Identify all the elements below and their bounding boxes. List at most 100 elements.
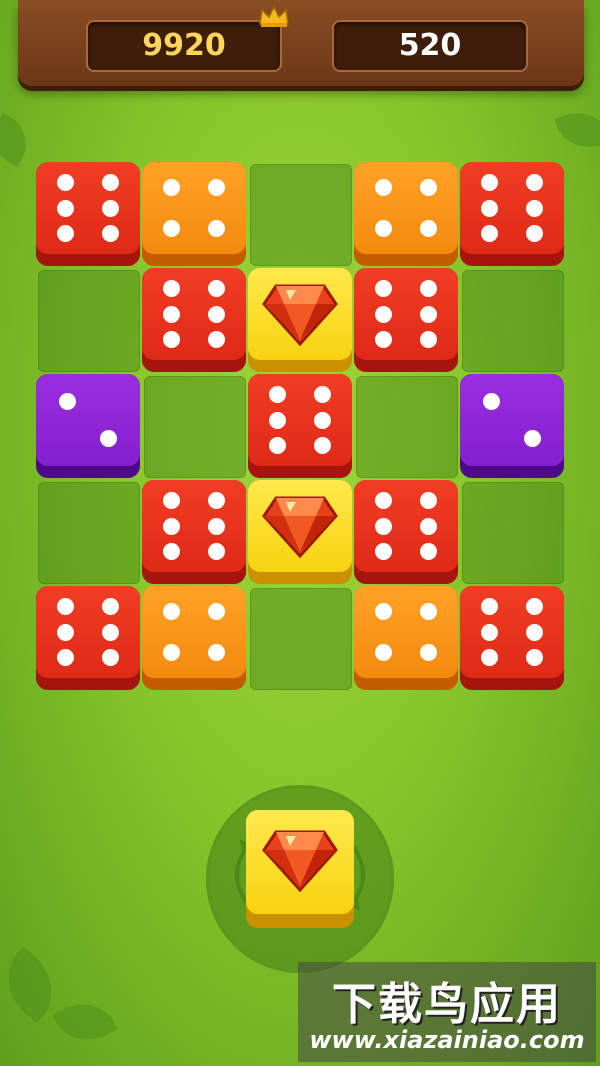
die-red-6[interactable] <box>36 162 140 266</box>
ruby-gem-icon <box>262 830 338 892</box>
die-red-6[interactable] <box>460 586 564 690</box>
die-face <box>36 374 140 466</box>
die-pip <box>374 643 392 661</box>
die-pip <box>102 623 120 641</box>
die-pip <box>162 543 180 561</box>
die-purple-2[interactable] <box>36 374 140 478</box>
die-pip <box>420 603 438 621</box>
die-pip <box>102 199 120 217</box>
die-face <box>354 162 458 254</box>
gem-block[interactable] <box>248 268 352 372</box>
die-pip <box>162 219 180 237</box>
die-pip <box>526 649 544 667</box>
die-pip <box>374 491 392 509</box>
die-red-6[interactable] <box>248 374 352 478</box>
empty-cell[interactable] <box>38 270 140 372</box>
die-pip <box>314 411 332 429</box>
die-pip <box>420 305 438 323</box>
best-score: 9920 <box>86 20 282 72</box>
die-pip <box>102 225 120 243</box>
die-purple-2[interactable] <box>460 374 564 478</box>
die-orange-4[interactable] <box>142 162 246 266</box>
die-face <box>248 268 352 360</box>
next-piece-gem-block[interactable] <box>246 810 354 928</box>
empty-cell[interactable] <box>462 482 564 584</box>
decorative-leaf <box>52 990 118 1054</box>
die-pip <box>480 649 498 667</box>
die-pip <box>56 623 74 641</box>
die-red-6[interactable] <box>142 268 246 372</box>
empty-cell[interactable] <box>356 376 458 478</box>
die-face <box>36 162 140 254</box>
die-pip <box>480 623 498 641</box>
die-face <box>142 268 246 360</box>
game-board[interactable] <box>36 162 566 702</box>
die-pip <box>162 305 180 323</box>
empty-cell[interactable] <box>250 588 352 690</box>
die-face <box>460 586 564 678</box>
die-pip <box>208 279 226 297</box>
score-header: 9920 520 <box>18 0 584 86</box>
die-red-6[interactable] <box>354 268 458 372</box>
die-pip <box>420 643 438 661</box>
die-face <box>142 480 246 572</box>
die-face <box>460 374 564 466</box>
die-orange-4[interactable] <box>142 586 246 690</box>
die-pip <box>100 429 118 447</box>
die-pip <box>374 219 392 237</box>
watermark: 下载鸟应用 www.xiazainiao.com <box>298 962 596 1062</box>
die-face <box>460 162 564 254</box>
die-pip <box>208 603 226 621</box>
empty-cell[interactable] <box>144 376 246 478</box>
die-pip <box>420 179 438 197</box>
die-pip <box>420 543 438 561</box>
die-pip <box>526 173 544 191</box>
empty-cell[interactable] <box>38 482 140 584</box>
die-red-6[interactable] <box>354 480 458 584</box>
next-piece-face <box>246 810 354 914</box>
die-face <box>142 586 246 678</box>
die-face <box>142 162 246 254</box>
die-pip <box>374 517 392 535</box>
die-pip <box>480 199 498 217</box>
die-red-6[interactable] <box>142 480 246 584</box>
empty-cell[interactable] <box>462 270 564 372</box>
die-pip <box>102 649 120 667</box>
gem-block[interactable] <box>248 480 352 584</box>
die-pip <box>314 437 332 455</box>
die-pip <box>524 429 542 447</box>
die-pip <box>374 603 392 621</box>
die-orange-4[interactable] <box>354 162 458 266</box>
die-pip <box>420 219 438 237</box>
die-pip <box>162 491 180 509</box>
die-pip <box>102 173 120 191</box>
die-red-6[interactable] <box>36 586 140 690</box>
die-pip <box>420 331 438 349</box>
die-pip <box>482 393 500 411</box>
die-pip <box>480 225 498 243</box>
die-orange-4[interactable] <box>354 586 458 690</box>
die-pip <box>480 173 498 191</box>
die-pip <box>162 643 180 661</box>
die-pip <box>162 179 180 197</box>
die-pip <box>58 393 76 411</box>
crown-icon <box>259 5 289 27</box>
die-pip <box>56 649 74 667</box>
decorative-leaf <box>0 112 38 168</box>
empty-cell[interactable] <box>250 164 352 266</box>
die-pip <box>102 597 120 615</box>
decorative-leaf <box>554 103 600 157</box>
ruby-gem-icon <box>262 496 338 558</box>
die-pip <box>208 517 226 535</box>
die-red-6[interactable] <box>460 162 564 266</box>
die-pip <box>56 173 74 191</box>
die-pip <box>526 597 544 615</box>
current-score: 520 <box>332 20 528 72</box>
die-pip <box>374 305 392 323</box>
die-pip <box>208 331 226 349</box>
die-pip <box>420 491 438 509</box>
die-pip <box>314 385 332 403</box>
die-pip <box>526 199 544 217</box>
die-face <box>354 480 458 572</box>
die-pip <box>374 179 392 197</box>
